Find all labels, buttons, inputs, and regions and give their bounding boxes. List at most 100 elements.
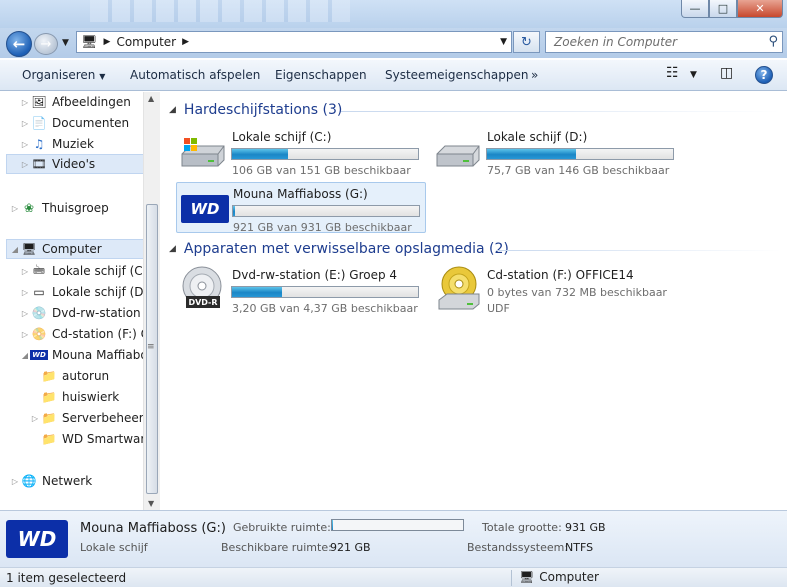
scroll-up-icon[interactable]: ▲	[148, 94, 154, 103]
expand-arrow-icon[interactable]: ▷	[20, 119, 30, 128]
cd-drive-icon: 📀	[31, 327, 47, 341]
refresh-button[interactable]: ↻	[513, 31, 540, 53]
nav-item-computer[interactable]: ◢ 🖥 Computer	[6, 239, 143, 259]
drive-usage-fill	[232, 149, 288, 159]
group-header-removable[interactable]: ◢ Apparaten met verwisselbare opslagmedi…	[169, 241, 509, 257]
expand-arrow-icon[interactable]: ▷	[20, 267, 30, 276]
search-icon[interactable]: ⚲	[768, 34, 778, 49]
autoplay-button[interactable]: Automatisch afspelen	[130, 68, 260, 82]
drive-usage-bar	[486, 148, 674, 160]
preview-pane-icon: ◫	[720, 65, 734, 81]
address-bar[interactable]: 🖥 ▶ Computer ▶ ▼	[76, 31, 512, 53]
folder-icon: 📁	[41, 390, 57, 404]
nav-item-label: Serverbeheer	[62, 411, 143, 425]
drive-item-dvd[interactable]: DVD-R Dvd-rw-station (E:) Groep 4 3,20 G…	[176, 264, 426, 316]
forward-arrow-icon: →	[40, 36, 52, 52]
nav-item-label: Thuisgroep	[42, 201, 109, 215]
nav-item-label: Lokale schijf (C:)	[52, 264, 143, 278]
address-dropdown-icon[interactable]: ▼	[500, 37, 507, 47]
nav-item-homegroup[interactable]: ▷ ❀ Thuisgroep	[10, 198, 109, 218]
collapse-group-icon[interactable]: ◢	[169, 244, 176, 254]
status-location: 🖥 Computer	[519, 570, 599, 584]
nav-item-videos[interactable]: ▷ 🎞 Video's	[6, 154, 143, 174]
expand-arrow-icon[interactable]: ▷	[20, 98, 30, 107]
expand-arrow-icon[interactable]: ▷	[30, 414, 40, 423]
computer-icon: 🖥	[21, 242, 37, 256]
nav-item-folder-serverbeheer[interactable]: ▷ 📁 Serverbeheer	[30, 408, 143, 428]
preview-pane-button[interactable]: ◫	[720, 65, 733, 81]
status-divider	[511, 570, 512, 586]
breadcrumb-computer[interactable]: Computer	[116, 35, 176, 49]
group-title: Hardeschijfstations (3)	[183, 102, 343, 118]
maximize-button[interactable]: □	[709, 0, 737, 18]
nav-item-documents[interactable]: ▷ 📄 Documenten	[20, 113, 129, 133]
drive-item-g[interactable]: WD Mouna Maffiaboss (G:) 921 GB van 931 …	[176, 182, 426, 234]
drive-usage-fill	[233, 206, 235, 216]
search-input[interactable]: Zoeken in Computer	[554, 35, 677, 49]
drive-item-d[interactable]: Lokale schijf (D:) 75,7 GB van 146 GB be…	[431, 126, 681, 177]
computer-icon: 🖥	[519, 570, 535, 584]
close-button[interactable]: ✕	[737, 0, 783, 18]
breadcrumb-separator-icon[interactable]: ▶	[104, 37, 111, 47]
address-row: ← → ▼ 🖥 ▶ Computer ▶ ▼ ↻ Zoeken in Compu…	[0, 28, 787, 58]
drive-info: 75,7 GB van 146 GB beschikbaar	[487, 164, 670, 177]
dvd-drive-icon: 💿	[31, 306, 47, 320]
nav-item-dvd-drive[interactable]: ▷ 💿 Dvd-rw-station (	[20, 303, 143, 323]
wd-drive-icon: WD	[30, 350, 48, 360]
collapse-arrow-icon[interactable]: ◢	[10, 245, 20, 254]
nav-item-pictures[interactable]: ▷ 🖼 Afbeeldingen	[20, 92, 131, 112]
nav-item-cd-drive[interactable]: ▷ 📀 Cd-station (F:) O	[20, 324, 143, 344]
nav-item-folder-autorun[interactable]: 📁 autorun	[30, 366, 110, 386]
navigation-scrollbar[interactable]: ▲ ≡ ▼	[143, 92, 160, 510]
videos-icon: 🎞	[31, 157, 47, 171]
scroll-down-icon[interactable]: ▼	[148, 499, 154, 508]
group-header-hard-drives[interactable]: ◢ Hardeschijfstations (3)	[169, 102, 342, 118]
drive-usage-bar	[231, 148, 419, 160]
forward-button[interactable]: →	[34, 33, 58, 55]
expand-arrow-icon[interactable]: ▷	[10, 477, 20, 486]
more-commands-button[interactable]: »	[531, 68, 538, 82]
breadcrumb-separator-icon[interactable]: ▶	[182, 37, 189, 47]
drive-item-cd[interactable]: Cd-station (F:) OFFICE14 0 bytes van 732…	[431, 264, 681, 320]
collapse-arrow-icon[interactable]: ◢	[20, 351, 30, 360]
minimize-button[interactable]: —	[681, 0, 709, 18]
system-properties-button[interactable]: Systeemeigenschappen	[385, 68, 528, 82]
drive-info: 3,20 GB van 4,37 GB beschikbaar	[232, 302, 418, 315]
collapse-group-icon[interactable]: ◢	[169, 105, 176, 115]
expand-arrow-icon[interactable]: ▷	[20, 160, 30, 169]
nav-item-music[interactable]: ▷ ♫ Muziek	[20, 134, 94, 154]
recent-pages-dropdown[interactable]: ▼	[62, 38, 69, 48]
nav-item-drive-d[interactable]: ▷ ▭ Lokale schijf (D:)	[20, 282, 143, 302]
music-icon: ♫	[33, 137, 45, 151]
back-button[interactable]: ←	[6, 31, 32, 57]
search-box[interactable]: Zoeken in Computer ⚲	[545, 31, 783, 53]
drive-usage-bar	[231, 286, 419, 298]
title-bar: — □ ✕	[0, 0, 787, 28]
nav-item-label: Cd-station (F:) O	[52, 327, 143, 341]
content-pane: ◢ Hardeschijfstations (3) Lokale schijf …	[161, 92, 787, 510]
documents-icon: 📄	[31, 116, 47, 130]
expand-arrow-icon[interactable]: ▷	[20, 288, 30, 297]
navigation-tree: ▷ 🖼 Afbeeldingen ▷ 📄 Documenten ▷ ♫ Muzi…	[0, 92, 143, 510]
nav-item-drive-c[interactable]: ▷ 🖮 Lokale schijf (C:)	[20, 261, 143, 281]
organize-button[interactable]: Organiseren ▼	[22, 68, 105, 82]
drive-item-c[interactable]: Lokale schijf (C:) 106 GB van 151 GB bes…	[176, 126, 426, 177]
nav-item-label: Afbeeldingen	[52, 95, 131, 109]
nav-item-wd-drive[interactable]: ◢ WD Mouna Maffiaboo	[20, 345, 143, 365]
cd-drive-icon	[438, 266, 480, 310]
nav-item-folder-wd-smartware[interactable]: 📁 WD Smartware	[30, 429, 143, 449]
expand-arrow-icon[interactable]: ▷	[10, 204, 20, 213]
view-options-button[interactable]: ☷	[666, 65, 679, 81]
help-icon: ?	[760, 68, 768, 82]
windows-drive-icon	[181, 138, 225, 167]
nav-item-label: Documenten	[52, 116, 130, 130]
properties-button[interactable]: Eigenschappen	[275, 68, 367, 82]
help-button[interactable]: ?	[755, 66, 773, 84]
nav-item-network[interactable]: ▷ 🌐 Netwerk	[10, 471, 92, 491]
expand-arrow-icon[interactable]: ▷	[20, 140, 30, 149]
view-dropdown-icon[interactable]: ▼	[690, 70, 697, 80]
expand-arrow-icon[interactable]: ▷	[20, 309, 30, 318]
details-total-value: 931 GB	[565, 521, 606, 534]
nav-item-folder-huiswierk[interactable]: 📁 huiswierk	[30, 387, 120, 407]
expand-arrow-icon[interactable]: ▷	[20, 330, 30, 339]
